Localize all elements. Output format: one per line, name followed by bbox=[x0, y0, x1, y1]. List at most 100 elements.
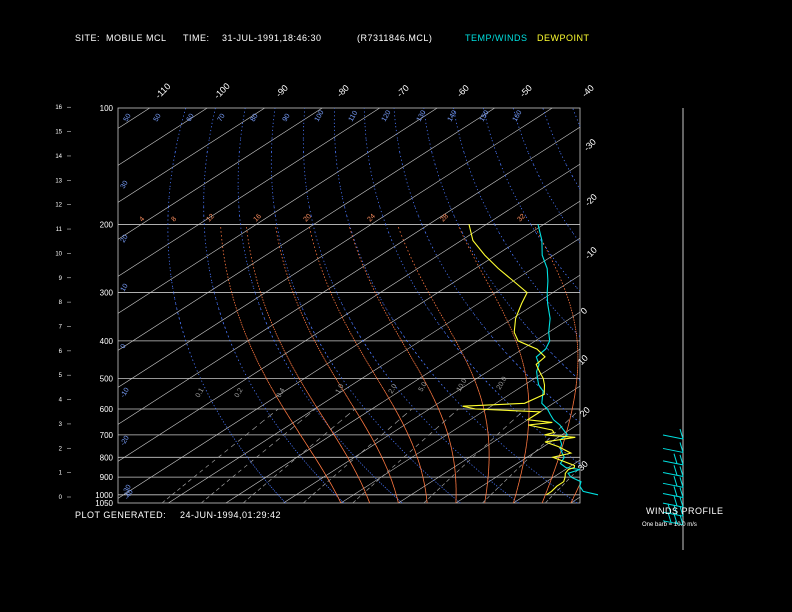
height-label-12: 12 bbox=[55, 203, 62, 209]
dry-adiabat-label: -10 bbox=[120, 387, 131, 399]
dry-adiabat-label: 120 bbox=[381, 109, 393, 123]
isotherm-label--100: -100 bbox=[212, 81, 232, 101]
dry-adiabat bbox=[270, 107, 461, 504]
dry-adiabat-label: 90 bbox=[282, 113, 292, 123]
mixing-ratio-line bbox=[545, 467, 581, 504]
height-label-16: 16 bbox=[55, 105, 62, 111]
pressure-label-600: 600 bbox=[100, 405, 114, 414]
dry-adiabat bbox=[423, 107, 581, 381]
isotherm bbox=[117, 107, 323, 240]
dry-adiabat bbox=[453, 107, 581, 338]
wind-barb-shaft bbox=[662, 434, 684, 440]
winds-profile-note: One barb = 10.0 m/s bbox=[642, 522, 697, 528]
moist-adiabat-label: 28 bbox=[439, 213, 450, 224]
skewt-chart: 1002003004005006007008009001000105001234… bbox=[55, 81, 684, 550]
wind-barb-flag bbox=[673, 475, 678, 487]
isotherm-label--80: -80 bbox=[335, 83, 351, 99]
height-label-13: 13 bbox=[55, 178, 62, 184]
dry-adiabat-label: 20 bbox=[120, 234, 130, 244]
moist-adiabat bbox=[220, 224, 342, 504]
dry-adiabat bbox=[237, 107, 403, 504]
height-label-9: 9 bbox=[59, 276, 63, 282]
isotherm bbox=[117, 107, 380, 277]
height-label-6: 6 bbox=[59, 349, 63, 355]
mixing-ratio-line bbox=[242, 408, 356, 504]
pressure-label-700: 700 bbox=[100, 431, 114, 440]
wind-barb-flag bbox=[673, 486, 678, 497]
height-label-8: 8 bbox=[59, 300, 63, 306]
moist-adiabat-label: 20 bbox=[302, 213, 313, 224]
isotherm-label--10: -10 bbox=[583, 245, 599, 261]
wind-barb-shaft bbox=[662, 493, 684, 498]
dry-adiabat-label: 140 bbox=[447, 109, 459, 123]
isotherm-label--20: -20 bbox=[583, 192, 599, 208]
isotherm bbox=[117, 107, 438, 314]
pressure-label-400: 400 bbox=[100, 337, 114, 346]
moist-adiabat-label: 8 bbox=[170, 216, 178, 224]
mixing-ratio-line bbox=[423, 408, 526, 504]
height-label-4: 4 bbox=[59, 398, 63, 404]
mixing-ratio-label: 20.0 bbox=[496, 376, 509, 391]
dry-adiabat-label: 30 bbox=[120, 180, 130, 190]
dry-adiabat-label: 150 bbox=[479, 109, 491, 123]
isotherm bbox=[340, 348, 581, 504]
dry-adiabat bbox=[203, 107, 345, 504]
isotherm bbox=[117, 107, 553, 388]
isotherm-label--30: -30 bbox=[582, 137, 598, 153]
moist-adiabat bbox=[348, 224, 457, 503]
pressure-label-200: 200 bbox=[100, 220, 114, 229]
mixing-ratio-line bbox=[303, 408, 413, 504]
isotherm-label--50: -50 bbox=[518, 83, 534, 99]
dry-adiabat-label: 50 bbox=[123, 113, 133, 123]
moist-adiabat bbox=[308, 224, 428, 503]
mixing-ratio-label: 5.0 bbox=[418, 381, 429, 393]
dry-adiabat bbox=[167, 107, 286, 504]
dry-adiabat bbox=[542, 107, 581, 190]
isotherm bbox=[117, 107, 495, 351]
dry-adiabat-label: -20 bbox=[120, 435, 131, 447]
pressure-label-500: 500 bbox=[100, 374, 114, 383]
chart-labels: 1002003004005006007008009001000105001234… bbox=[55, 81, 599, 508]
plot-generated-label: PLOT GENERATED: bbox=[75, 510, 167, 520]
dry-adiabat-label: 50 bbox=[153, 113, 163, 123]
isotherm-label--110: -110 bbox=[153, 81, 172, 100]
mixing-ratio-label: 0.1 bbox=[195, 387, 206, 399]
wind-barb-shaft bbox=[662, 447, 684, 453]
pressure-label-1050: 1050 bbox=[95, 499, 113, 508]
winds-profile bbox=[662, 108, 684, 550]
pressure-label-100: 100 bbox=[100, 104, 114, 113]
moist-adiabat bbox=[397, 224, 490, 504]
height-label-15: 15 bbox=[55, 130, 62, 136]
moist-adiabat-label: 16 bbox=[252, 213, 263, 224]
dry-adiabat bbox=[333, 107, 578, 504]
mixing-ratio-label: 0.4 bbox=[276, 387, 287, 399]
isotherm-label--90: -90 bbox=[274, 83, 290, 99]
dry-adiabat-label: 0 bbox=[120, 343, 128, 350]
dry-adiabat-label: 70 bbox=[217, 113, 227, 123]
isotherm-label--70: -70 bbox=[395, 83, 411, 99]
height-label-2: 2 bbox=[59, 446, 63, 452]
isotherm bbox=[117, 126, 581, 425]
dry-adiabat-label: 10 bbox=[120, 283, 130, 293]
height-label-5: 5 bbox=[59, 373, 63, 379]
pressure-label-900: 900 bbox=[100, 473, 114, 482]
wind-barb-flag bbox=[673, 453, 678, 464]
height-label-10: 10 bbox=[55, 251, 62, 257]
moist-adiabat-label: 32 bbox=[516, 213, 527, 224]
mixing-ratio-line bbox=[200, 408, 316, 504]
mixing-ratio-label: 0.2 bbox=[234, 387, 245, 399]
dry-adiabat-label: 110 bbox=[348, 110, 360, 123]
isotherm bbox=[513, 459, 581, 504]
winds-profile-title: WINDS PROFILE bbox=[646, 506, 724, 516]
isotherm-label-30: 30 bbox=[576, 459, 590, 473]
mixing-ratio-line bbox=[352, 408, 459, 504]
plot-generated-value: 24-JUN-1994,01:29:42 bbox=[180, 510, 282, 520]
pressure-label-800: 800 bbox=[100, 453, 114, 462]
wind-barb-flag bbox=[673, 465, 678, 476]
isotherm-label--40: -40 bbox=[580, 83, 596, 99]
dry-adiabat bbox=[302, 107, 519, 504]
height-label-0: 0 bbox=[59, 495, 63, 501]
dry-adiabat-label: 80 bbox=[250, 113, 260, 123]
height-label-14: 14 bbox=[55, 154, 62, 160]
height-label-11: 11 bbox=[56, 227, 63, 233]
